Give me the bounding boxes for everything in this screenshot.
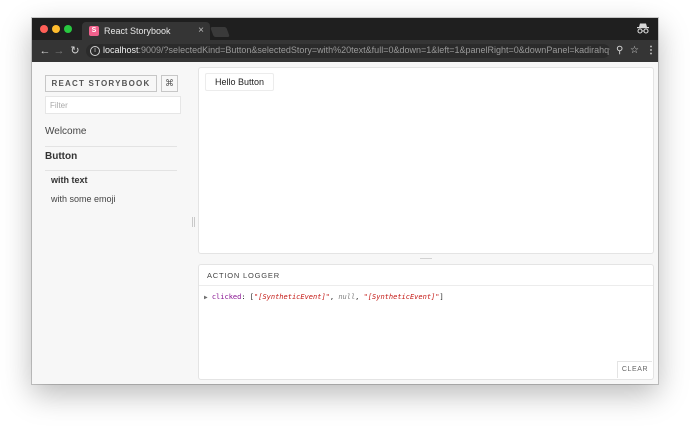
- divider: [199, 285, 653, 286]
- stories-sidebar: REACT STORYBOOK ⌘ Welcome Button with te…: [32, 62, 190, 384]
- browser-tab[interactable]: S React Storybook ×: [82, 22, 210, 40]
- url-rest: :9009/?selectedKind=Button&selectedStory…: [138, 45, 610, 55]
- action-log-entry[interactable]: ▶ clicked: ["[SyntheticEvent]", null, "[…: [204, 293, 444, 301]
- log-comma: ,: [355, 293, 364, 301]
- tab-title: React Storybook: [104, 26, 171, 36]
- browser-menu-icon[interactable]: ⋮: [646, 45, 656, 57]
- browser-window: S React Storybook × ← → ↻ i localhost:90…: [32, 18, 658, 384]
- close-window-button[interactable]: [40, 25, 48, 33]
- clear-button[interactable]: CLEAR: [617, 361, 652, 378]
- new-tab-button[interactable]: [210, 27, 230, 37]
- sidebar-resize-handle[interactable]: [192, 217, 195, 227]
- back-arrow-icon[interactable]: ←: [38, 44, 52, 58]
- minimize-window-button[interactable]: [52, 25, 60, 33]
- log-key: clicked: [211, 293, 242, 301]
- story-with-text[interactable]: with text: [51, 175, 88, 185]
- storybook-page: REACT STORYBOOK ⌘ Welcome Button with te…: [32, 62, 658, 384]
- panel-resize-handle[interactable]: [420, 258, 432, 259]
- title-bar: S React Storybook ×: [32, 18, 658, 40]
- storybook-favicon-icon: S: [89, 26, 99, 36]
- incognito-icon: [637, 23, 649, 34]
- maximize-window-button[interactable]: [64, 25, 72, 33]
- divider: [45, 170, 177, 171]
- addon-panel: ACTION LOGGER ▶ clicked: ["[SyntheticEve…: [198, 264, 654, 380]
- filter-input[interactable]: [45, 96, 181, 114]
- hello-button[interactable]: Hello Button: [205, 73, 274, 91]
- tab-action-logger[interactable]: ACTION LOGGER: [207, 271, 280, 280]
- log-value: null: [338, 293, 356, 301]
- log-bracket-close: ]: [439, 293, 444, 301]
- keyboard-shortcuts-button[interactable]: ⌘: [161, 75, 178, 92]
- site-info-icon[interactable]: i: [90, 46, 100, 56]
- url-host: localhost: [103, 45, 139, 55]
- tab-close-icon[interactable]: ×: [198, 25, 204, 36]
- zoom-icon[interactable]: ⚲: [616, 45, 623, 57]
- kind-welcome[interactable]: Welcome: [45, 126, 87, 137]
- story-with-some-emoji[interactable]: with some emoji: [51, 194, 116, 204]
- bookmark-star-icon[interactable]: ☆: [630, 45, 639, 57]
- browser-toolbar: ← → ↻ i localhost:9009/?selectedKind=But…: [32, 40, 658, 62]
- kind-button[interactable]: Button: [45, 151, 77, 162]
- storybook-title-button[interactable]: REACT STORYBOOK: [45, 75, 157, 92]
- divider: [45, 146, 177, 147]
- log-separator: :: [241, 293, 250, 301]
- log-value: "[SyntheticEvent]": [363, 293, 440, 301]
- address-bar[interactable]: i localhost:9009/?selectedKind=Button&se…: [86, 44, 610, 58]
- expand-triangle-icon[interactable]: ▶: [204, 294, 208, 301]
- log-value: "[SyntheticEvent]": [254, 293, 330, 301]
- reload-icon[interactable]: ↻: [68, 44, 82, 58]
- preview-frame: Hello Button: [198, 67, 654, 254]
- forward-arrow-icon[interactable]: →: [52, 44, 66, 58]
- address-url: localhost:9009/?selectedKind=Button&sele…: [103, 45, 610, 55]
